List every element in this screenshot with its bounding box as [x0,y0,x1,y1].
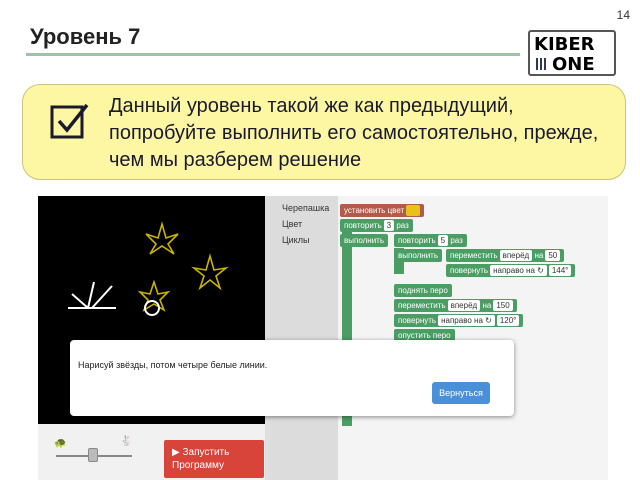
qr-icon [536,58,548,70]
pen-up-block[interactable]: поднять перо [394,284,452,297]
star-shape [145,221,179,255]
white-line [71,293,89,309]
do-label: выполнить [340,234,388,247]
blocks-workspace: установить цвет повторить 3 раз выполнить… [338,196,608,480]
move-block-2[interactable]: переместить вперёд на 150 [394,299,517,312]
move-block[interactable]: переместить вперёд на 50 [446,249,565,262]
repeat-inner-block[interactable]: повторить 5 раз [394,234,467,247]
slow-turtle-icon: 🐢 [54,438,67,449]
title-underline [26,53,520,56]
do-label: выполнить [394,249,442,262]
app-screenshot: 🐢 🐇 ▶ Запустить Программу Черепашка Цвет… [38,196,608,480]
kiberone-logo: KIBER ONE [528,30,616,76]
logo-line1: KIBER [534,34,595,55]
task-dialog: Нарисуй звёзды, потом четыре белые линии… [70,340,514,416]
instruction-text: Данный уровень такой же как предыдущий, … [109,95,599,171]
slide-number: 14 [616,8,630,22]
controls-panel: 🐢 🐇 ▶ Запустить Программу [38,424,265,480]
star-shape [191,253,229,291]
run-program-button[interactable]: ▶ Запустить Программу [164,440,264,478]
page-title: Уровень 7 [30,24,141,49]
fast-rabbit-icon: 🐇 [120,436,133,447]
turn-block[interactable]: повернуть направо на ↻ 144° [446,264,576,277]
speed-slider-knob[interactable] [88,448,98,462]
toolbox: Черепашка Цвет Циклы [270,196,338,480]
turn-block-2[interactable]: повернуть направо на ↻ 120° [394,314,524,327]
star-shape [137,279,171,312]
checkbox-icon [50,103,89,139]
return-button[interactable]: Вернуться [432,382,490,404]
white-line [87,281,95,309]
dialog-message: Нарисуй звёзды, потом четыре белые линии… [78,360,268,370]
repeat-outer-block[interactable]: повторить 3 раз [340,219,413,232]
logo-line2: ONE [552,54,595,75]
toolbox-category-loops[interactable]: Циклы [270,232,338,248]
toolbox-category-color[interactable]: Цвет [270,216,338,232]
white-line [91,285,113,309]
instruction-banner: Данный уровень такой же как предыдущий, … [22,84,626,180]
set-color-block[interactable]: установить цвет [340,204,425,217]
toolbox-category-turtle[interactable]: Черепашка [270,200,338,216]
